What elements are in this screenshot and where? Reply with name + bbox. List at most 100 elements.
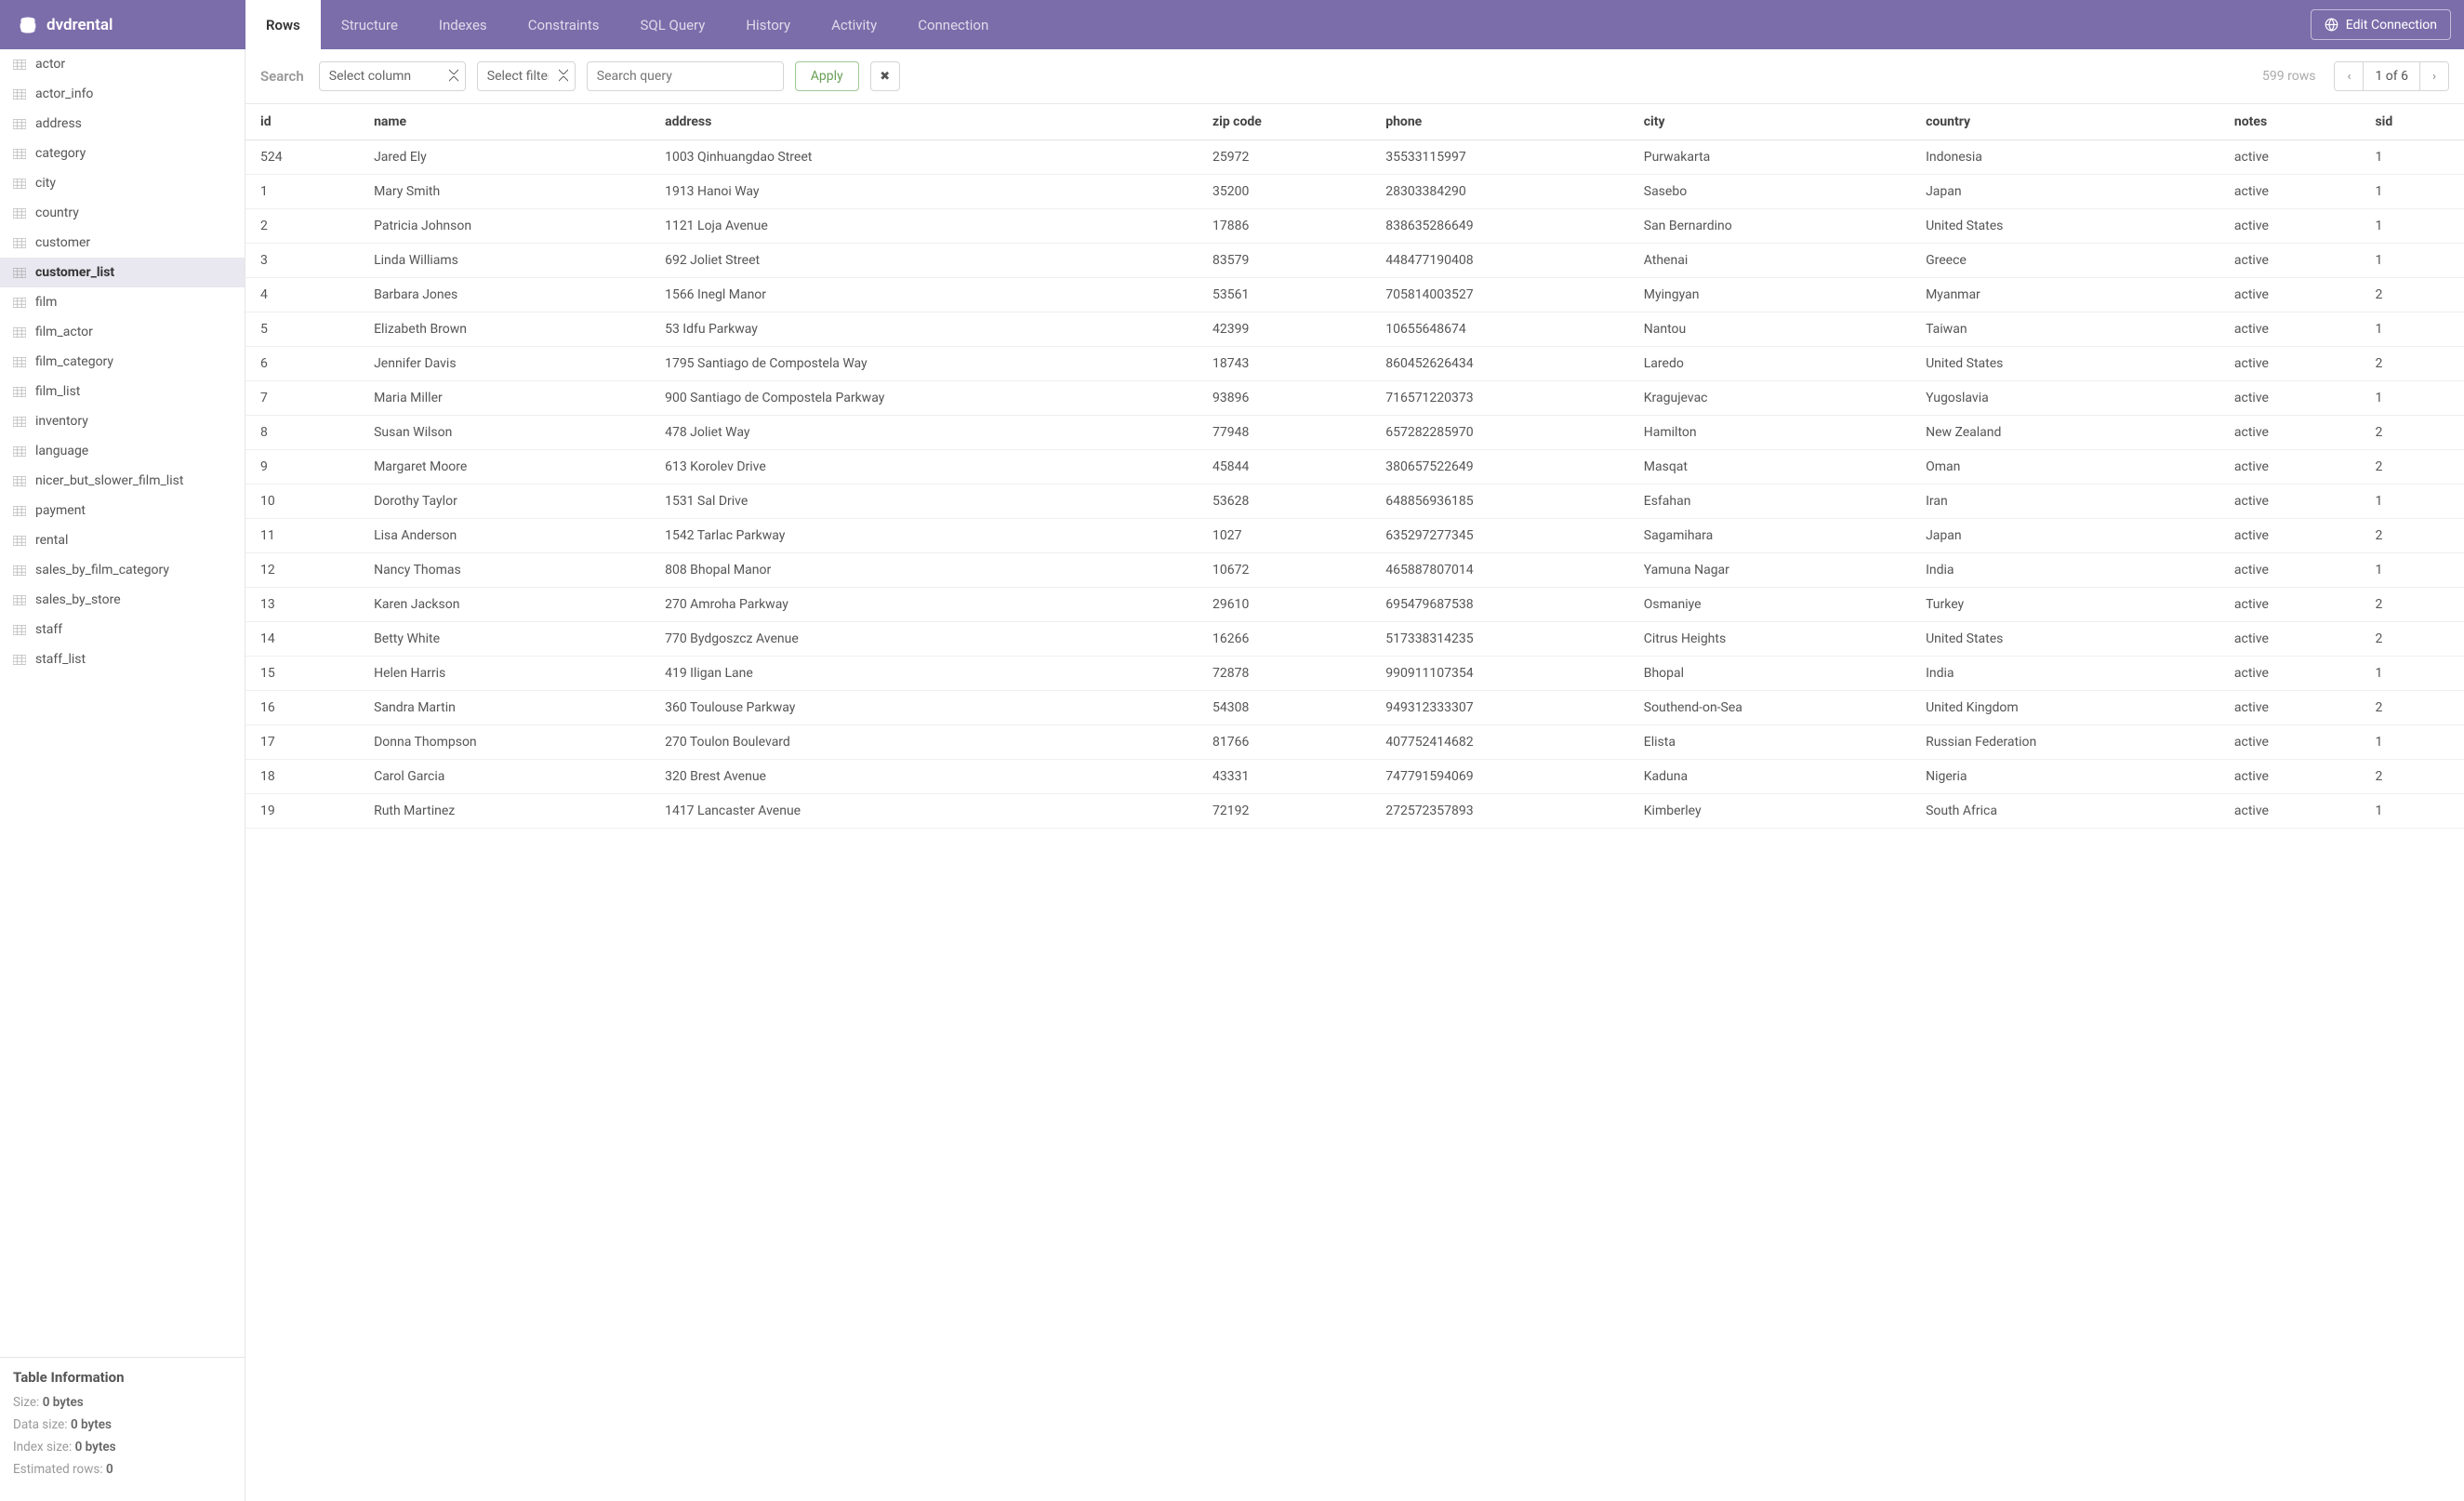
- sidebar-item-customer[interactable]: customer: [0, 228, 245, 258]
- sidebar-item-staff[interactable]: staff: [0, 615, 245, 644]
- table-row[interactable]: 14Betty White770 Bydgoszcz Avenue1626651…: [245, 622, 2464, 657]
- table-row[interactable]: 5Elizabeth Brown53 Idfu Parkway423991065…: [245, 312, 2464, 347]
- sidebar-item-actor[interactable]: actor: [0, 49, 245, 79]
- tab-indexes[interactable]: Indexes: [418, 0, 508, 49]
- tab-sql-query[interactable]: SQL Query: [619, 0, 725, 49]
- cell: active: [2219, 140, 2361, 175]
- col-country[interactable]: country: [1911, 104, 2219, 140]
- cell: 838635286649: [1371, 209, 1629, 244]
- sidebar-item-payment[interactable]: payment: [0, 496, 245, 525]
- cell: Jared Ely: [359, 140, 650, 175]
- cell: Taiwan: [1911, 312, 2219, 347]
- table-row[interactable]: 3Linda Williams692 Joliet Street83579448…: [245, 244, 2464, 278]
- table-icon: [13, 327, 26, 338]
- edit-connection-button[interactable]: Edit Connection: [2311, 9, 2451, 40]
- table-row[interactable]: 19Ruth Martinez1417 Lancaster Avenue7219…: [245, 794, 2464, 829]
- table-row[interactable]: 12Nancy Thomas808 Bhopal Manor1067246588…: [245, 553, 2464, 588]
- col-sid[interactable]: sid: [2360, 104, 2464, 140]
- table-row[interactable]: 2Patricia Johnson1121 Loja Avenue1788683…: [245, 209, 2464, 244]
- table-row[interactable]: 9Margaret Moore613 Korolev Drive45844380…: [245, 450, 2464, 485]
- tab-activity[interactable]: Activity: [811, 0, 897, 49]
- table-row[interactable]: 8Susan Wilson478 Joliet Way7794865728228…: [245, 416, 2464, 450]
- sidebar-table-list[interactable]: actoractor_infoaddress category citycountr…: [0, 49, 245, 1357]
- table-wrap[interactable]: idnameaddresszip codephonecitycountrynot…: [245, 104, 2464, 1501]
- table-icon: [13, 595, 26, 605]
- cell: 12: [245, 553, 359, 588]
- cell: Japan: [1911, 175, 2219, 209]
- pager-prev-button[interactable]: ‹: [2335, 62, 2363, 90]
- sidebar-item-category[interactable]: category: [0, 139, 245, 168]
- table-row[interactable]: 17Donna Thompson270 Toulon Boulevard8176…: [245, 725, 2464, 760]
- cell: Oman: [1911, 450, 2219, 485]
- sidebar-item-staff_list[interactable]: staff_list: [0, 644, 245, 674]
- sidebar-item-film_list[interactable]: film_list: [0, 377, 245, 406]
- sidebar-item-film_category[interactable]: film_category: [0, 347, 245, 377]
- cell: Carol Garcia: [359, 760, 650, 794]
- sidebar-item-film[interactable]: film: [0, 287, 245, 317]
- cell: 2: [2360, 416, 2464, 450]
- tab-constraints[interactable]: Constraints: [508, 0, 620, 49]
- content: Search Select column Select filter Apply…: [245, 49, 2464, 1501]
- cell: active: [2219, 519, 2361, 553]
- tab-history[interactable]: History: [725, 0, 811, 49]
- tab-rows[interactable]: Rows: [245, 0, 321, 49]
- col-phone[interactable]: phone: [1371, 104, 1629, 140]
- col-city[interactable]: city: [1629, 104, 1911, 140]
- cell: 53561: [1198, 278, 1371, 312]
- col-id[interactable]: id: [245, 104, 359, 140]
- select-filter[interactable]: Select filter: [477, 61, 576, 91]
- tab-structure[interactable]: Structure: [321, 0, 418, 49]
- select-filter-input[interactable]: Select filter: [477, 61, 576, 91]
- sidebar-item-city[interactable]: city: [0, 168, 245, 198]
- col-address[interactable]: address: [650, 104, 1198, 140]
- pager: ‹ 1 of 6 ›: [2334, 61, 2449, 91]
- sidebar-item-nicer_but_slower_film_list[interactable]: nicer_but_slower_film_list: [0, 466, 245, 496]
- sidebar-item-country[interactable]: country: [0, 198, 245, 228]
- table-row[interactable]: 1Mary Smith1913 Hanoi Way352002830338429…: [245, 175, 2464, 209]
- sidebar-item-address[interactable]: address: [0, 109, 245, 139]
- sidebar-item-rental[interactable]: rental: [0, 525, 245, 555]
- brand[interactable]: dvdrental: [0, 0, 245, 49]
- cell: active: [2219, 416, 2361, 450]
- table-row[interactable]: 10Dorothy Taylor1531 Sal Drive5362864885…: [245, 485, 2464, 519]
- chevron-left-icon: ‹: [2347, 70, 2351, 84]
- apply-button[interactable]: Apply: [795, 61, 859, 91]
- sidebar-item-sales_by_store[interactable]: sales_by_store: [0, 585, 245, 615]
- table-row[interactable]: 4Barbara Jones1566 Inegl Manor5356170581…: [245, 278, 2464, 312]
- pager-next-button[interactable]: ›: [2420, 62, 2448, 90]
- sidebar-item-label: category: [35, 146, 86, 161]
- table-row[interactable]: 18Carol Garcia320 Brest Avenue4333174779…: [245, 760, 2464, 794]
- cell: 2: [245, 209, 359, 244]
- cell: active: [2219, 760, 2361, 794]
- cell: 2: [2360, 450, 2464, 485]
- table-row[interactable]: 15Helen Harris419 Iligan Lane72878990911…: [245, 657, 2464, 691]
- tab-connection[interactable]: Connection: [897, 0, 1009, 49]
- cell: Laredo: [1629, 347, 1911, 381]
- sidebar-item-language[interactable]: language: [0, 436, 245, 466]
- sidebar-item-sales_by_film_category[interactable]: sales_by_film_category: [0, 555, 245, 585]
- cell: active: [2219, 622, 2361, 657]
- sidebar-item-film_actor[interactable]: film_actor: [0, 317, 245, 347]
- select-column[interactable]: Select column: [319, 61, 466, 91]
- sidebar-item-inventory[interactable]: inventory: [0, 406, 245, 436]
- col-notes[interactable]: notes: [2219, 104, 2361, 140]
- table-row[interactable]: 13Karen Jackson270 Amroha Parkway2961069…: [245, 588, 2464, 622]
- search-input[interactable]: [587, 61, 784, 91]
- sidebar-item-actor_info[interactable]: actor_info: [0, 79, 245, 109]
- table-row[interactable]: 524Jared Ely1003 Qinhuangdao Street25972…: [245, 140, 2464, 175]
- cell: 1: [2360, 381, 2464, 416]
- clear-button[interactable]: ✖: [870, 61, 900, 91]
- table-row[interactable]: 7Maria Miller900 Santiago de Compostela …: [245, 381, 2464, 416]
- cell: active: [2219, 244, 2361, 278]
- col-zip-code[interactable]: zip code: [1198, 104, 1371, 140]
- cell: 2: [2360, 519, 2464, 553]
- table-row[interactable]: 6Jennifer Davis1795 Santiago de Composte…: [245, 347, 2464, 381]
- table-row[interactable]: 16Sandra Martin360 Toulouse Parkway54308…: [245, 691, 2464, 725]
- sidebar-item-customer_list[interactable]: customer_list: [0, 258, 245, 287]
- col-name[interactable]: name: [359, 104, 650, 140]
- cell: 949312333307: [1371, 691, 1629, 725]
- select-column-input[interactable]: Select column: [319, 61, 466, 91]
- table-row[interactable]: 11Lisa Anderson1542 Tarlac Parkway102763…: [245, 519, 2464, 553]
- cell: Myingyan: [1629, 278, 1911, 312]
- sidebar-item-label: language: [35, 444, 88, 458]
